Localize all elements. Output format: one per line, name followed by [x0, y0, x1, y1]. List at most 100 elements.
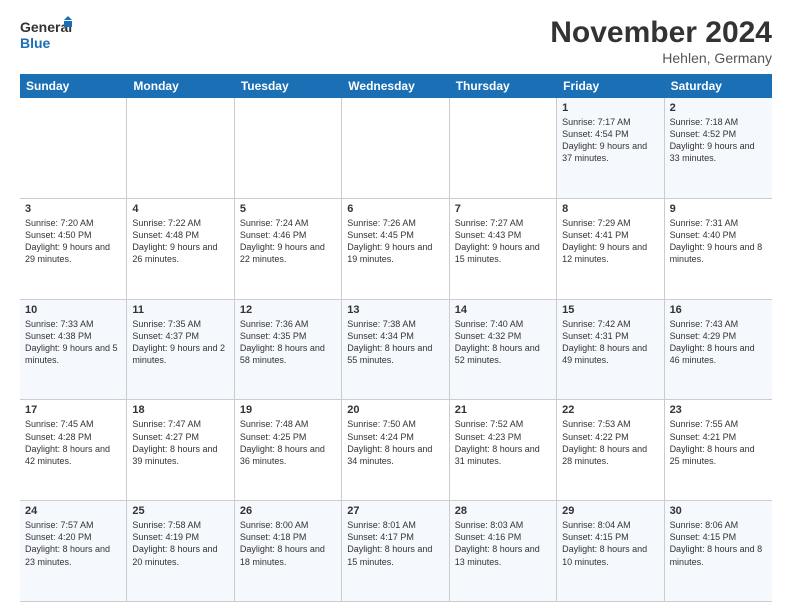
day-info: Sunrise: 7:17 AM Sunset: 4:54 PM Dayligh… [562, 117, 647, 163]
day-info: Sunrise: 7:33 AM Sunset: 4:38 PM Dayligh… [25, 319, 118, 365]
header-thursday: Thursday [450, 74, 557, 98]
day-number: 24 [25, 505, 121, 517]
empty-cell-0-4 [450, 98, 557, 198]
day-info: Sunrise: 7:18 AM Sunset: 4:52 PM Dayligh… [670, 117, 755, 163]
day-9: 9 Sunrise: 7:31 AM Sunset: 4:40 PM Daylig… [665, 199, 772, 299]
day-7: 7 Sunrise: 7:27 AM Sunset: 4:43 PM Daylig… [450, 199, 557, 299]
day-12: 12 Sunrise: 7:36 AM Sunset: 4:35 PM Dayli… [235, 300, 342, 400]
day-8: 8 Sunrise: 7:29 AM Sunset: 4:41 PM Daylig… [557, 199, 664, 299]
day-number: 23 [670, 404, 767, 416]
day-number: 12 [240, 304, 336, 316]
calendar-body: 1Sunrise: 7:17 AM Sunset: 4:54 PM Daylig… [20, 98, 772, 602]
empty-cell-0-1 [127, 98, 234, 198]
empty-cell-0-3 [342, 98, 449, 198]
day-info: Sunrise: 8:00 AM Sunset: 4:18 PM Dayligh… [240, 520, 325, 566]
month-title: November 2024 [550, 16, 772, 50]
day-number: 21 [455, 404, 551, 416]
calendar-row-1: 1Sunrise: 7:17 AM Sunset: 4:54 PM Daylig… [20, 98, 772, 199]
day-24: 24 Sunrise: 7:57 AM Sunset: 4:20 PM Dayli… [20, 501, 127, 601]
day-1: 1Sunrise: 7:17 AM Sunset: 4:54 PM Daylig… [557, 98, 664, 198]
day-number: 25 [132, 505, 228, 517]
day-info: Sunrise: 7:42 AM Sunset: 4:31 PM Dayligh… [562, 319, 647, 365]
calendar-row-4: 17 Sunrise: 7:45 AM Sunset: 4:28 PM Dayli… [20, 400, 772, 501]
calendar: SundayMondayTuesdayWednesdayThursdayFrid… [20, 74, 772, 602]
day-info: Sunrise: 8:04 AM Sunset: 4:15 PM Dayligh… [562, 520, 647, 566]
day-27: 27Sunrise: 8:01 AM Sunset: 4:17 PM Dayli… [342, 501, 449, 601]
day-number: 17 [25, 404, 121, 416]
calendar-row-2: 3 Sunrise: 7:20 AM Sunset: 4:50 PM Daylig… [20, 199, 772, 300]
empty-cell-0-2 [235, 98, 342, 198]
day-number: 5 [240, 203, 336, 215]
day-number: 11 [132, 304, 228, 316]
day-number: 20 [347, 404, 443, 416]
day-3: 3 Sunrise: 7:20 AM Sunset: 4:50 PM Daylig… [20, 199, 127, 299]
calendar-row-5: 24 Sunrise: 7:57 AM Sunset: 4:20 PM Dayli… [20, 501, 772, 602]
day-number: 14 [455, 304, 551, 316]
day-28: 28 Sunrise: 8:03 AM Sunset: 4:16 PM Dayli… [450, 501, 557, 601]
day-info: Sunrise: 7:55 AM Sunset: 4:21 PM Dayligh… [670, 419, 755, 465]
day-2: 2 Sunrise: 7:18 AM Sunset: 4:52 PM Daylig… [665, 98, 772, 198]
day-13: 13 Sunrise: 7:38 AM Sunset: 4:34 PM Dayli… [342, 300, 449, 400]
day-number: 22 [562, 404, 658, 416]
day-info: Sunrise: 7:47 AM Sunset: 4:27 PM Dayligh… [132, 419, 217, 465]
header-monday: Monday [127, 74, 234, 98]
day-info: Sunrise: 7:36 AM Sunset: 4:35 PM Dayligh… [240, 319, 325, 365]
day-number: 4 [132, 203, 228, 215]
day-info: Sunrise: 7:29 AM Sunset: 4:41 PM Dayligh… [562, 218, 647, 264]
day-info: Sunrise: 7:20 AM Sunset: 4:50 PM Dayligh… [25, 218, 110, 264]
day-info: Sunrise: 8:06 AM Sunset: 4:15 PM Dayligh… [670, 520, 763, 566]
day-18: 18 Sunrise: 7:47 AM Sunset: 4:27 PM Dayli… [127, 400, 234, 500]
day-number: 16 [670, 304, 767, 316]
day-number: 7 [455, 203, 551, 215]
day-number: 9 [670, 203, 767, 215]
day-5: 5Sunrise: 7:24 AM Sunset: 4:46 PM Daylig… [235, 199, 342, 299]
logo: General Blue [20, 16, 76, 60]
day-6: 6 Sunrise: 7:26 AM Sunset: 4:45 PM Daylig… [342, 199, 449, 299]
day-info: Sunrise: 7:43 AM Sunset: 4:29 PM Dayligh… [670, 319, 755, 365]
header-tuesday: Tuesday [235, 74, 342, 98]
header-saturday: Saturday [665, 74, 772, 98]
header-friday: Friday [557, 74, 664, 98]
day-info: Sunrise: 7:45 AM Sunset: 4:28 PM Dayligh… [25, 419, 110, 465]
day-19: 19Sunrise: 7:48 AM Sunset: 4:25 PM Dayli… [235, 400, 342, 500]
day-info: Sunrise: 7:27 AM Sunset: 4:43 PM Dayligh… [455, 218, 540, 264]
day-number: 28 [455, 505, 551, 517]
day-26: 26 Sunrise: 8:00 AM Sunset: 4:18 PM Dayli… [235, 501, 342, 601]
day-number: 18 [132, 404, 228, 416]
day-10: 10 Sunrise: 7:33 AM Sunset: 4:38 PM Dayli… [20, 300, 127, 400]
day-15: 15Sunrise: 7:42 AM Sunset: 4:31 PM Dayli… [557, 300, 664, 400]
day-16: 16 Sunrise: 7:43 AM Sunset: 4:29 PM Dayli… [665, 300, 772, 400]
day-14: 14 Sunrise: 7:40 AM Sunset: 4:32 PM Dayli… [450, 300, 557, 400]
day-info: Sunrise: 7:26 AM Sunset: 4:45 PM Dayligh… [347, 218, 432, 264]
day-info: Sunrise: 7:38 AM Sunset: 4:34 PM Dayligh… [347, 319, 432, 365]
day-number: 6 [347, 203, 443, 215]
day-4: 4Sunrise: 7:22 AM Sunset: 4:48 PM Daylig… [127, 199, 234, 299]
svg-text:Blue: Blue [20, 35, 51, 51]
calendar-header: SundayMondayTuesdayWednesdayThursdayFrid… [20, 74, 772, 98]
day-number: 13 [347, 304, 443, 316]
day-number: 27 [347, 505, 443, 517]
day-info: Sunrise: 7:52 AM Sunset: 4:23 PM Dayligh… [455, 419, 540, 465]
day-info: Sunrise: 8:03 AM Sunset: 4:16 PM Dayligh… [455, 520, 540, 566]
day-number: 30 [670, 505, 767, 517]
day-info: Sunrise: 7:40 AM Sunset: 4:32 PM Dayligh… [455, 319, 540, 365]
day-number: 10 [25, 304, 121, 316]
day-info: Sunrise: 7:57 AM Sunset: 4:20 PM Dayligh… [25, 520, 110, 566]
header-wednesday: Wednesday [342, 74, 449, 98]
day-number: 3 [25, 203, 121, 215]
day-number: 8 [562, 203, 658, 215]
day-25: 25Sunrise: 7:58 AM Sunset: 4:19 PM Dayli… [127, 501, 234, 601]
calendar-row-3: 10 Sunrise: 7:33 AM Sunset: 4:38 PM Dayli… [20, 300, 772, 401]
day-info: Sunrise: 7:35 AM Sunset: 4:37 PM Dayligh… [132, 319, 225, 365]
logo-svg: General Blue [20, 16, 76, 60]
day-info: Sunrise: 7:53 AM Sunset: 4:22 PM Dayligh… [562, 419, 647, 465]
day-23: 23 Sunrise: 7:55 AM Sunset: 4:21 PM Dayli… [665, 400, 772, 500]
header-sunday: Sunday [20, 74, 127, 98]
day-29: 29Sunrise: 8:04 AM Sunset: 4:15 PM Dayli… [557, 501, 664, 601]
day-number: 2 [670, 102, 767, 114]
day-number: 26 [240, 505, 336, 517]
location: Hehlen, Germany [550, 50, 772, 66]
day-17: 17 Sunrise: 7:45 AM Sunset: 4:28 PM Dayli… [20, 400, 127, 500]
day-11: 11 Sunrise: 7:35 AM Sunset: 4:37 PM Dayli… [127, 300, 234, 400]
day-info: Sunrise: 7:31 AM Sunset: 4:40 PM Dayligh… [670, 218, 763, 264]
